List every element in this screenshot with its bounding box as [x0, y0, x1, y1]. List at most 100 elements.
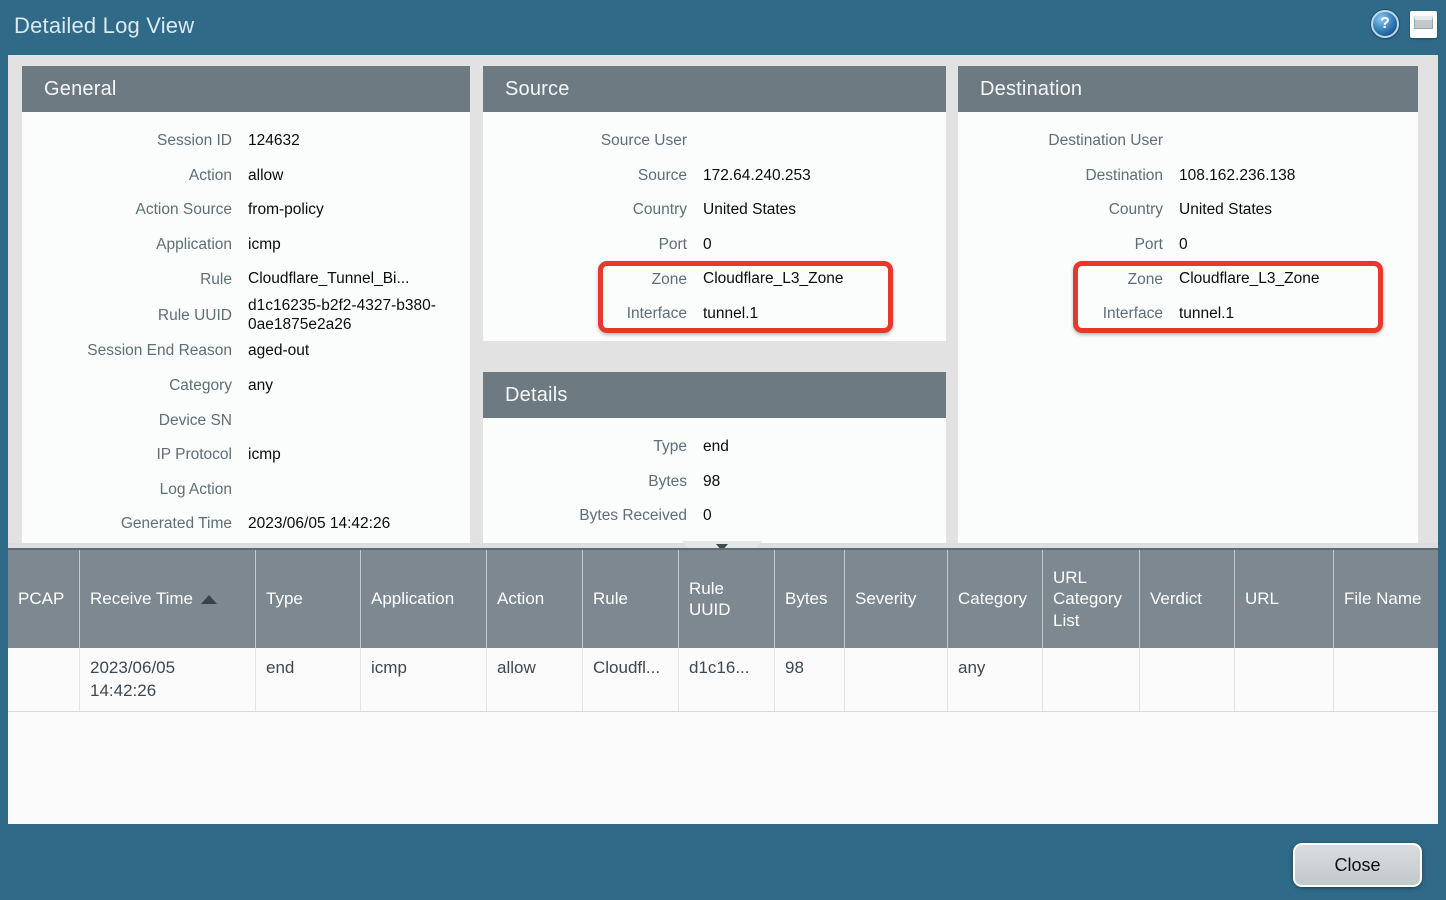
log-table-header-row: PCAP Receive Time Type Application Actio…	[8, 548, 1438, 648]
field-label: Log Action	[22, 481, 232, 499]
column-header-category[interactable]: Category	[948, 550, 1043, 648]
destination-panel: Destination Destination User Destination…	[958, 66, 1418, 544]
field-label: Destination User	[958, 132, 1163, 150]
cell-rule: Cloudfl...	[583, 648, 679, 711]
field-label: Bytes Received	[483, 507, 687, 525]
field-value: Cloudflare_L3_Zone	[1163, 270, 1319, 289]
cell-file-name	[1334, 648, 1438, 711]
field-row: Source User	[483, 124, 946, 159]
field-value: 0	[687, 236, 712, 255]
field-row: Log Action	[22, 473, 470, 508]
field-value: 124632	[232, 132, 457, 151]
cell-application: icmp	[361, 648, 487, 711]
column-header-bytes[interactable]: Bytes	[775, 550, 845, 648]
field-label: Category	[22, 377, 232, 395]
cell-action: allow	[487, 648, 583, 711]
field-row: Bytes Received0	[483, 499, 946, 534]
field-value: United States	[1163, 201, 1272, 220]
field-row: Action Sourcefrom-policy	[22, 193, 470, 228]
field-label: Session End Reason	[22, 342, 232, 360]
help-icon[interactable]: ?	[1371, 10, 1399, 38]
field-label: Rule UUID	[22, 307, 232, 325]
column-header-action[interactable]: Action	[487, 550, 583, 648]
close-button[interactable]: Close	[1293, 843, 1422, 887]
field-value: icmp	[232, 236, 457, 255]
field-label: Destination	[958, 167, 1163, 185]
field-label: Action Source	[22, 201, 232, 219]
field-row: Generated Time2023/06/05 14:42:26	[22, 507, 470, 542]
cell-bytes: 98	[775, 648, 845, 711]
title-bar: Detailed Log View ?	[0, 0, 1446, 55]
destination-panel-header: Destination	[958, 66, 1418, 112]
field-label: Source User	[483, 132, 687, 150]
field-value: 108.162.236.138	[1163, 167, 1295, 186]
source-panel-body: Source User Source172.64.240.253 Country…	[483, 112, 946, 332]
column-header-rule-uuid[interactable]: Rule UUID	[679, 550, 775, 648]
cell-url-category-list	[1043, 648, 1140, 711]
column-header-label: Verdict	[1150, 588, 1202, 609]
cell-url	[1235, 648, 1334, 711]
field-row-source-zone: ZoneCloudflare_L3_Zone	[483, 262, 946, 297]
column-header-label: URL Category List	[1053, 567, 1129, 631]
field-row: Rule UUIDd1c16235-b2f2-4327-b380-0ae1875…	[22, 297, 470, 334]
cell-category: any	[948, 648, 1043, 711]
source-panel: Source Source User Source172.64.240.253 …	[483, 66, 946, 341]
detail-panels-area: General Session ID124632 Actionallow Act…	[8, 55, 1438, 544]
column-header-verdict[interactable]: Verdict	[1140, 550, 1235, 648]
column-header-file-name[interactable]: File Name	[1334, 550, 1438, 648]
source-panel-header: Source	[483, 66, 946, 112]
field-value: 2023/06/05 14:42:26	[232, 515, 457, 534]
column-header-receive-time[interactable]: Receive Time	[80, 550, 256, 648]
column-header-type[interactable]: Type	[256, 550, 361, 648]
field-value: United States	[687, 201, 796, 220]
field-row: Bytes98	[483, 465, 946, 500]
column-header-label: File Name	[1344, 588, 1421, 609]
column-header-url-category-list[interactable]: URL Category List	[1043, 550, 1140, 648]
column-header-url[interactable]: URL	[1235, 550, 1334, 648]
field-label: IP Protocol	[22, 446, 232, 464]
cell-rule-uuid: d1c16...	[679, 648, 775, 711]
field-label: Action	[22, 167, 232, 185]
column-header-severity[interactable]: Severity	[845, 550, 948, 648]
column-header-application[interactable]: Application	[361, 550, 487, 648]
details-panel-header: Details	[483, 372, 946, 418]
cell-severity	[845, 648, 948, 711]
field-label: Rule	[22, 271, 232, 289]
field-value: 0	[687, 507, 712, 526]
field-row: Categoryany	[22, 369, 470, 404]
field-value: 172.64.240.253	[687, 167, 811, 186]
field-label: Session ID	[22, 132, 232, 150]
field-value: end	[687, 438, 729, 457]
log-table-row[interactable]: 2023/06/05 14:42:26 end icmp allow Cloud…	[8, 648, 1438, 712]
column-header-rule[interactable]: Rule	[583, 550, 679, 648]
field-row: RuleCloudflare_Tunnel_Bi...	[22, 262, 470, 297]
details-panel-body: Typeend Bytes98 Bytes Received0	[483, 418, 946, 534]
general-panel: General Session ID124632 Actionallow Act…	[22, 66, 470, 544]
field-value: tunnel.1	[687, 305, 758, 324]
field-value: Cloudflare_Tunnel_Bi...	[232, 270, 457, 289]
maximize-window-icon[interactable]	[1410, 11, 1437, 38]
details-panel: Details Typeend Bytes98 Bytes Received0	[483, 372, 946, 544]
column-header-label: Bytes	[785, 588, 828, 609]
field-label: Port	[958, 236, 1163, 254]
field-row: CountryUnited States	[483, 193, 946, 228]
field-label: Bytes	[483, 473, 687, 491]
cell-pcap	[8, 648, 80, 711]
column-header-label: Receive Time	[90, 588, 193, 609]
field-row: Port0	[958, 228, 1418, 263]
cell-verdict	[1140, 648, 1235, 711]
field-value: tunnel.1	[1163, 305, 1234, 324]
field-value: from-policy	[232, 201, 457, 220]
field-row: IP Protocolicmp	[22, 438, 470, 473]
column-header-pcap[interactable]: PCAP	[8, 550, 80, 648]
field-row: Destination User	[958, 124, 1418, 159]
column-header-label: Action	[497, 588, 544, 609]
field-value: Cloudflare_L3_Zone	[687, 270, 843, 289]
destination-panel-body: Destination User Destination108.162.236.…	[958, 112, 1418, 332]
column-header-label: PCAP	[18, 588, 64, 609]
cell-receive-time: 2023/06/05 14:42:26	[80, 648, 256, 711]
field-label: Zone	[958, 271, 1163, 289]
field-label: Generated Time	[22, 515, 232, 533]
field-value: allow	[232, 167, 457, 186]
column-header-label: Rule	[593, 588, 628, 609]
